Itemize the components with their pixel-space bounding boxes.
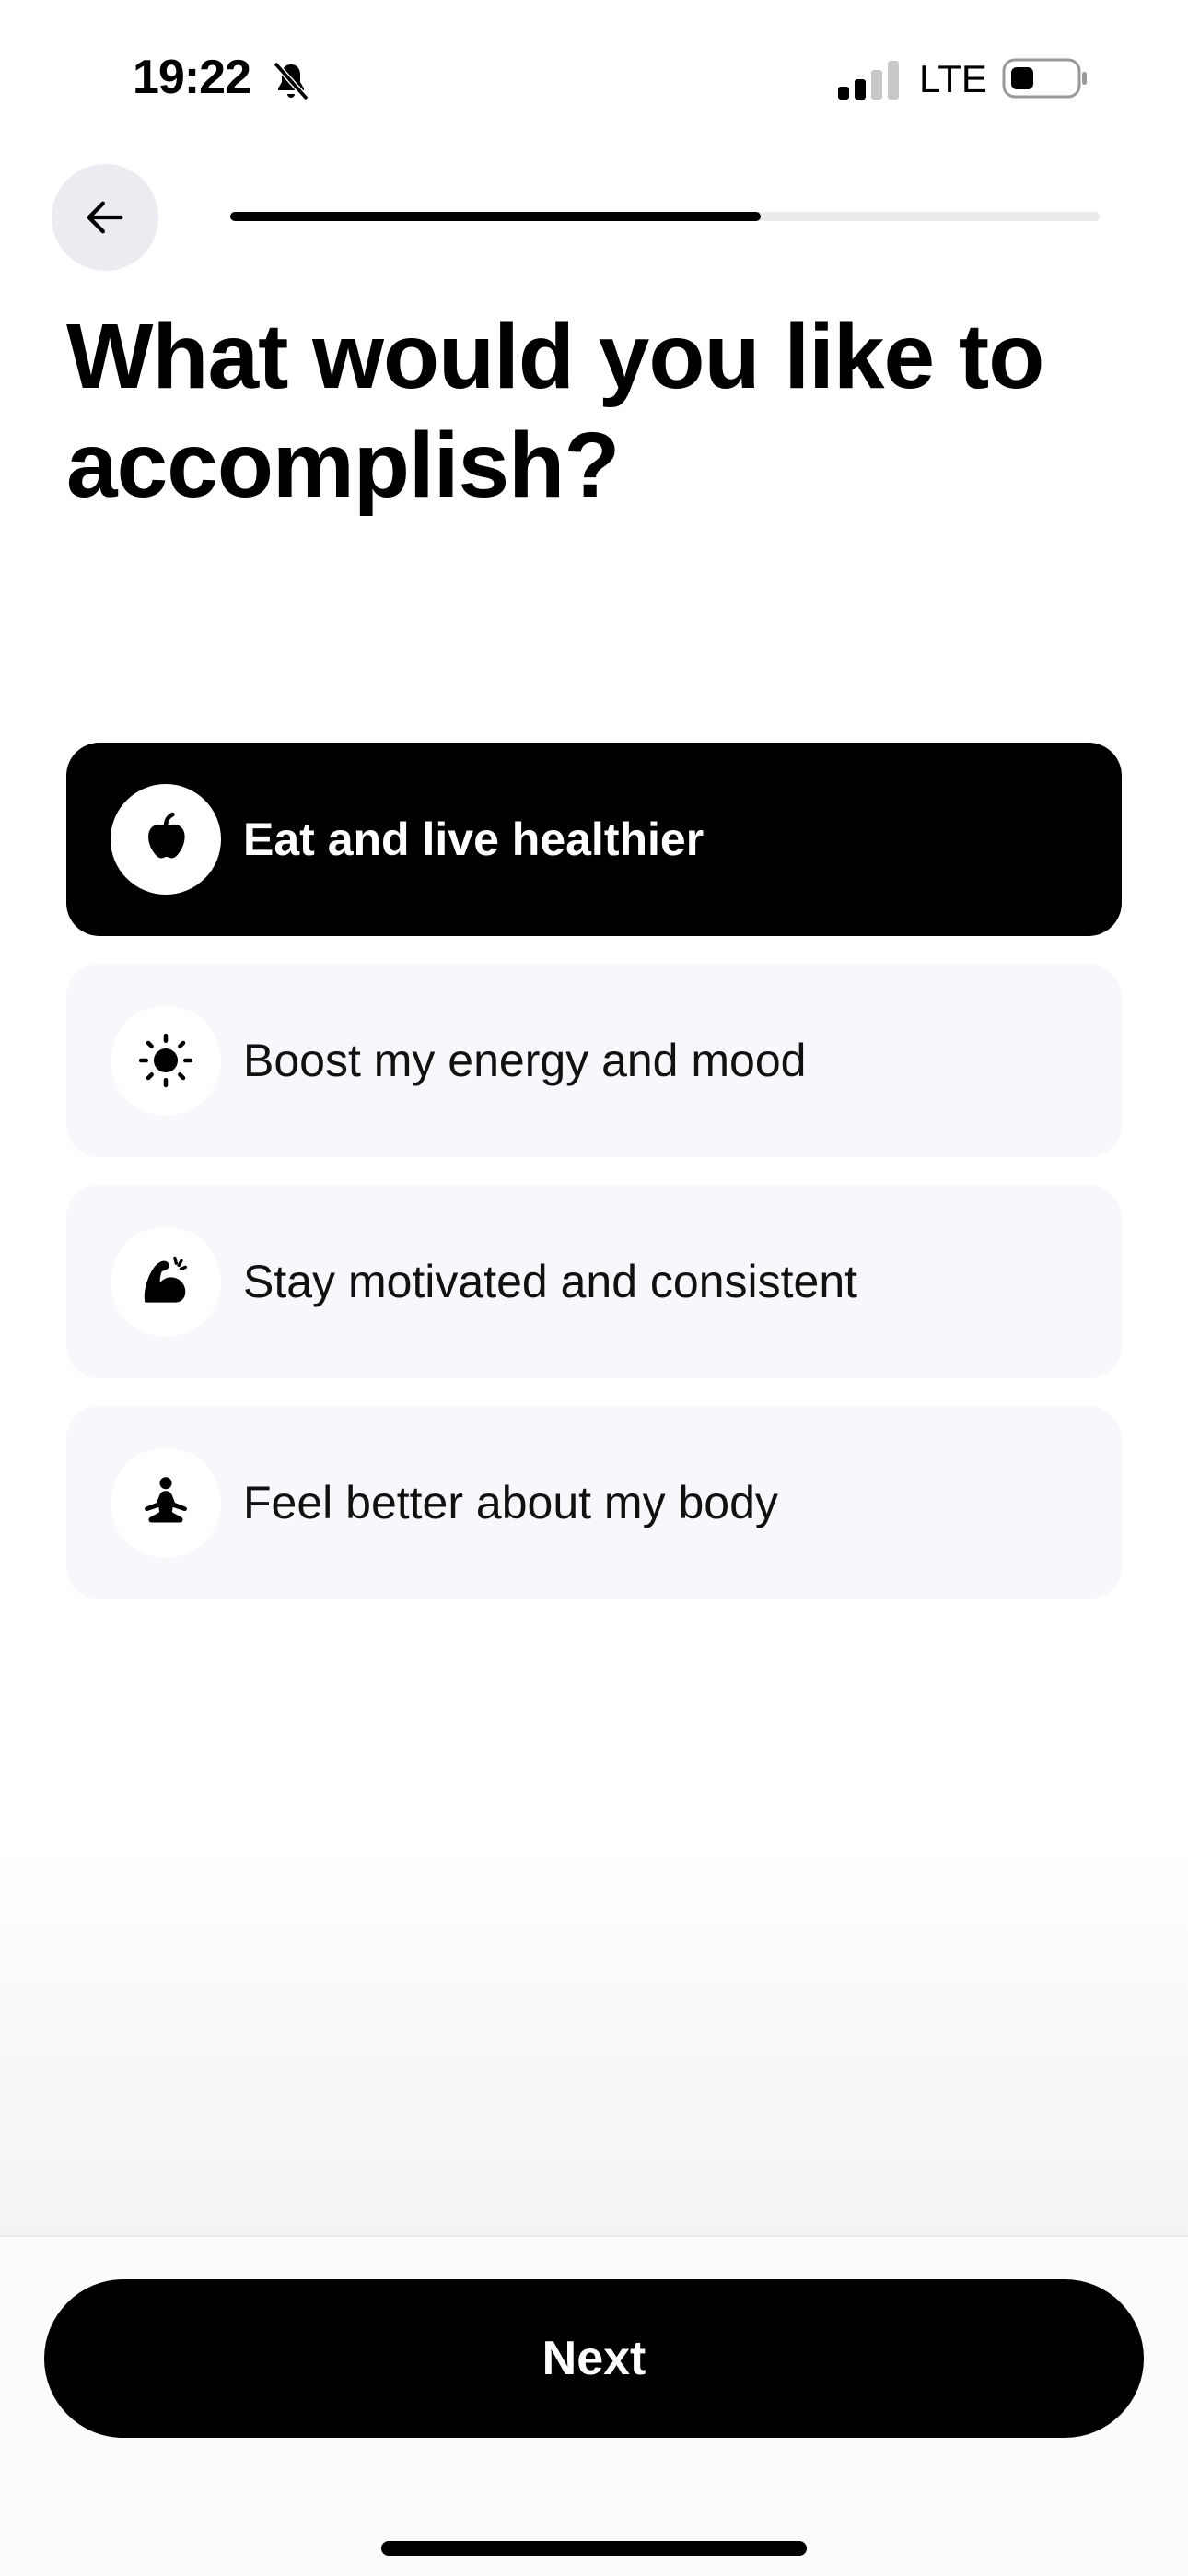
option-eat-healthier[interactable]: Eat and live healthier (66, 743, 1122, 936)
progress-fill (230, 212, 761, 221)
next-button[interactable]: Next (44, 2279, 1144, 2438)
arrow-left-icon (87, 201, 123, 234)
option-icon-container (111, 1005, 221, 1116)
goal-options: Eat and live healthier Boost my energy a… (66, 743, 1122, 1627)
option-boost-energy[interactable]: Boost my energy and mood (66, 964, 1122, 1157)
option-label: Feel better about my body (243, 1477, 778, 1528)
home-indicator (381, 2541, 807, 2556)
status-bar: 19:22 LTE (0, 0, 1188, 157)
option-icon-container (111, 1226, 221, 1337)
option-label: Stay motivated and consistent (243, 1256, 858, 1307)
signal-icon (838, 61, 899, 100)
battery-icon (1002, 58, 1087, 99)
option-icon-container (111, 784, 221, 895)
option-stay-motivated[interactable]: Stay motivated and consistent (66, 1185, 1122, 1378)
meditation-icon (145, 1477, 187, 1523)
option-label: Eat and live healthier (243, 814, 705, 865)
network-type: LTE (919, 57, 987, 100)
option-icon-container (111, 1447, 221, 1558)
back-button[interactable] (52, 164, 158, 271)
apple-icon (148, 812, 185, 859)
bottom-fade (0, 1843, 1188, 2237)
progress-bar (230, 212, 1100, 221)
option-label: Boost my energy and mood (243, 1035, 807, 1086)
bell-slash-icon (273, 61, 309, 101)
flexed-bicep-icon (144, 1256, 187, 1303)
page-title: What would you like to accomplish? (66, 305, 1044, 517)
option-feel-better-body[interactable]: Feel better about my body (66, 1406, 1122, 1599)
status-time: 19:22 (133, 51, 251, 104)
sun-icon (138, 1033, 193, 1088)
onboarding-screen: 19:22 LTE What would you like to accompl… (0, 0, 1188, 2576)
